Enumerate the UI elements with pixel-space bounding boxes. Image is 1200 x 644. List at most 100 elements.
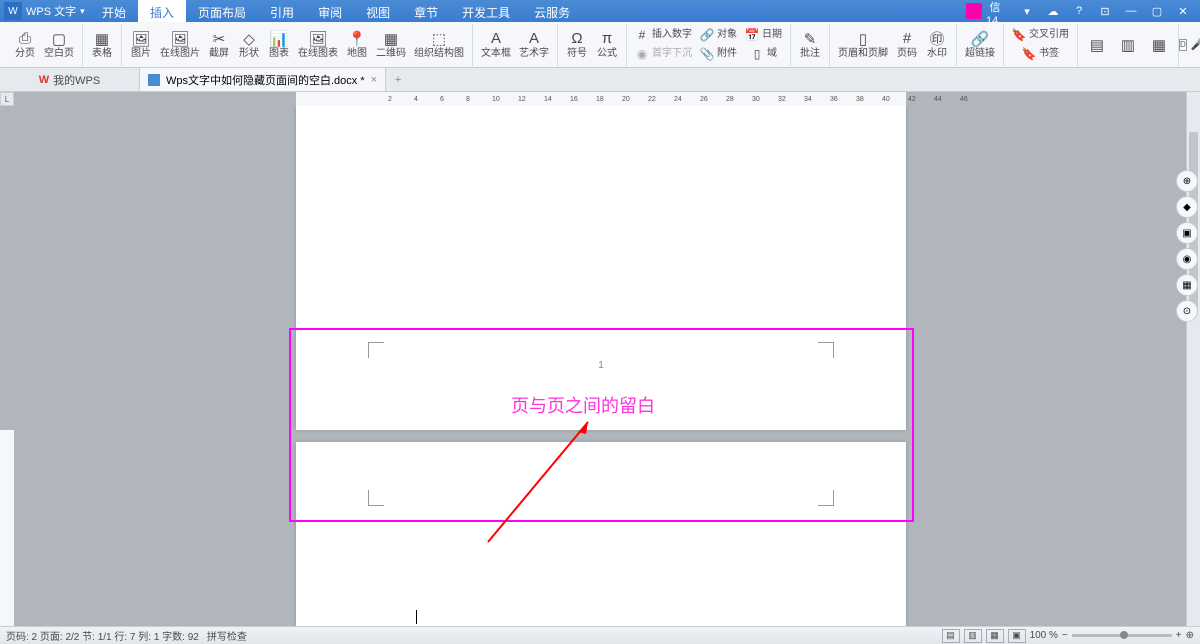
map-icon: 📍: [347, 30, 367, 48]
minimize-icon[interactable]: —: [1122, 5, 1140, 17]
qrcode-button[interactable]: ▦二维码: [372, 29, 410, 61]
field-button[interactable]: ▯域: [741, 45, 786, 63]
zoom-label[interactable]: 100 %: [1030, 630, 1058, 641]
picture-button[interactable]: 🖼图片: [126, 29, 156, 61]
document-tab[interactable]: Wps文字中如何隐藏页面间的空白.docx * ×: [140, 68, 386, 91]
picture-icon: 🖼: [131, 30, 151, 48]
doc-icon: [148, 74, 160, 86]
cloud-icon[interactable]: ☁: [1044, 5, 1062, 18]
zoom-in-button[interactable]: +: [1176, 630, 1182, 641]
dropcap-icon: ◉: [635, 47, 649, 61]
pagebreak-icon: ⎙: [15, 30, 35, 48]
attach-icon: 📎: [700, 47, 714, 61]
maximize-icon[interactable]: ▢: [1148, 5, 1166, 18]
date-button[interactable]: 📅日期: [741, 26, 786, 44]
side-tool-1[interactable]: ⊕: [1176, 170, 1198, 192]
equation-icon: π: [597, 30, 617, 48]
document-canvas[interactable]: 1 📄 ▾ 页与页之间的留白: [14, 106, 1186, 626]
hyperlink-button[interactable]: 🔗超链接: [961, 29, 999, 61]
watermark-button[interactable]: ㊞水印: [922, 29, 952, 61]
symbol-icon: Ω: [567, 30, 587, 48]
equation-button[interactable]: π公式: [592, 29, 622, 61]
textbox-icon: A: [486, 30, 506, 48]
add-tab-button[interactable]: +: [386, 68, 410, 91]
ruler-horizontal[interactable]: 2468101214161820222426283032343638404244…: [14, 92, 1186, 106]
extra1-button[interactable]: ▤: [1082, 35, 1112, 55]
extra2-button[interactable]: ▥: [1113, 35, 1143, 55]
ruler-vertical[interactable]: [0, 106, 14, 626]
view-web-button[interactable]: ▦: [986, 629, 1004, 643]
zoom-slider[interactable]: [1072, 634, 1172, 637]
view-print-button[interactable]: ▤: [942, 629, 960, 643]
page-1: 1: [296, 106, 906, 430]
chart-button[interactable]: 📊图表: [264, 29, 294, 61]
wordart-button[interactable]: A艺术字: [515, 29, 553, 61]
menu-insert[interactable]: 插入: [138, 0, 186, 22]
attach-button[interactable]: 📎附件: [696, 45, 741, 63]
side-tool-2[interactable]: ◆: [1176, 196, 1198, 218]
symbol-button[interactable]: Ω符号: [562, 29, 592, 61]
crossref-button[interactable]: 🔖交叉引用: [1008, 26, 1073, 44]
app-dropdown-icon[interactable]: ▾: [80, 6, 85, 17]
side-tool-4[interactable]: ◉: [1176, 248, 1198, 270]
menu-reference[interactable]: 引用: [258, 0, 306, 22]
screenshot-icon: ✂: [209, 30, 229, 48]
mic-icon[interactable]: 🎤: [1191, 38, 1200, 51]
wordart-icon: A: [524, 30, 544, 48]
table-button[interactable]: ▦表格: [87, 29, 117, 61]
menu-devtools[interactable]: 开发工具: [450, 0, 522, 22]
object-button[interactable]: 🔗对象: [696, 26, 741, 44]
pagenum-button[interactable]: #页码: [892, 29, 922, 61]
onlinepic-button[interactable]: 🖼在线图片: [156, 29, 204, 61]
qrcode-icon: ▦: [381, 30, 401, 48]
insertnum-button[interactable]: #插入数字: [631, 26, 696, 44]
menu-start[interactable]: 开始: [90, 0, 138, 22]
comment-button[interactable]: ✎批注: [795, 29, 825, 61]
view-outline-button[interactable]: ▥: [964, 629, 982, 643]
screenshot-button[interactable]: ✂截屏: [204, 29, 234, 61]
textbox-button[interactable]: A文本框: [477, 29, 515, 61]
side-tool-3[interactable]: ▣: [1176, 222, 1198, 244]
side-tool-6[interactable]: ⊙: [1176, 300, 1198, 322]
menu-review[interactable]: 审阅: [306, 0, 354, 22]
doc-tab-label: Wps文字中如何隐藏页面间的空白.docx *: [166, 72, 365, 88]
map-button[interactable]: 📍地图: [342, 29, 372, 61]
headerfooter-button[interactable]: ▯页眉和页脚: [834, 29, 892, 61]
annotation-text: 页与页之间的留白: [511, 392, 655, 418]
onlinepic-icon: 🖼: [170, 30, 190, 48]
shapes-button[interactable]: ◇形状: [234, 29, 264, 61]
blankpage-button[interactable]: ▢空白页: [40, 29, 78, 61]
comment-icon: ✎: [800, 30, 820, 48]
fit-button[interactable]: ⊕: [1186, 630, 1194, 641]
menu-cloud[interactable]: 云服务: [522, 0, 582, 22]
orgchart-button[interactable]: ⬚组织结构图: [410, 29, 468, 61]
window-shrink-icon[interactable]: ⊡: [1096, 5, 1114, 18]
shapes-icon: ◇: [239, 30, 259, 48]
extra3-button[interactable]: ▦: [1144, 35, 1174, 55]
orgchart-icon: ⬚: [429, 30, 449, 48]
menu-view[interactable]: 视图: [354, 0, 402, 22]
watermark-icon: ㊞: [927, 30, 947, 48]
extra2-icon: ▥: [1118, 36, 1138, 54]
menu-chapter[interactable]: 章节: [402, 0, 450, 22]
page-number-1: 1: [296, 360, 906, 371]
menu-pagelayout[interactable]: 页面布局: [186, 0, 258, 22]
skin-icon[interactable]: ▾: [1018, 5, 1036, 18]
bookmark-icon: 🔖: [1022, 47, 1036, 61]
side-tool-5[interactable]: ▦: [1176, 274, 1198, 296]
help-icon[interactable]: ?: [1070, 5, 1088, 17]
date-icon: 📅: [745, 28, 759, 42]
home-tab[interactable]: W我的WPS: [0, 68, 140, 91]
blankpage-icon: ▢: [49, 30, 69, 48]
dropcap-button[interactable]: ◉首字下沉: [631, 45, 696, 63]
close-icon[interactable]: ✕: [1174, 5, 1192, 18]
close-tab-icon[interactable]: ×: [371, 74, 377, 86]
zoom-out-button[interactable]: −: [1062, 630, 1068, 641]
view-read-button[interactable]: ▣: [1008, 629, 1026, 643]
onlinechart-button[interactable]: 🖼在线图表: [294, 29, 342, 61]
status-spell[interactable]: 拼写检查: [207, 628, 247, 643]
pagebreak-button[interactable]: ⎙分页: [10, 29, 40, 61]
status-page: 页码: 2 页面: 2/2 节: 1/1 行: 7 列: 1 字数: 92: [6, 628, 199, 643]
app-logo: W: [4, 2, 22, 20]
bookmark-button[interactable]: 🔖书签: [1008, 45, 1073, 63]
